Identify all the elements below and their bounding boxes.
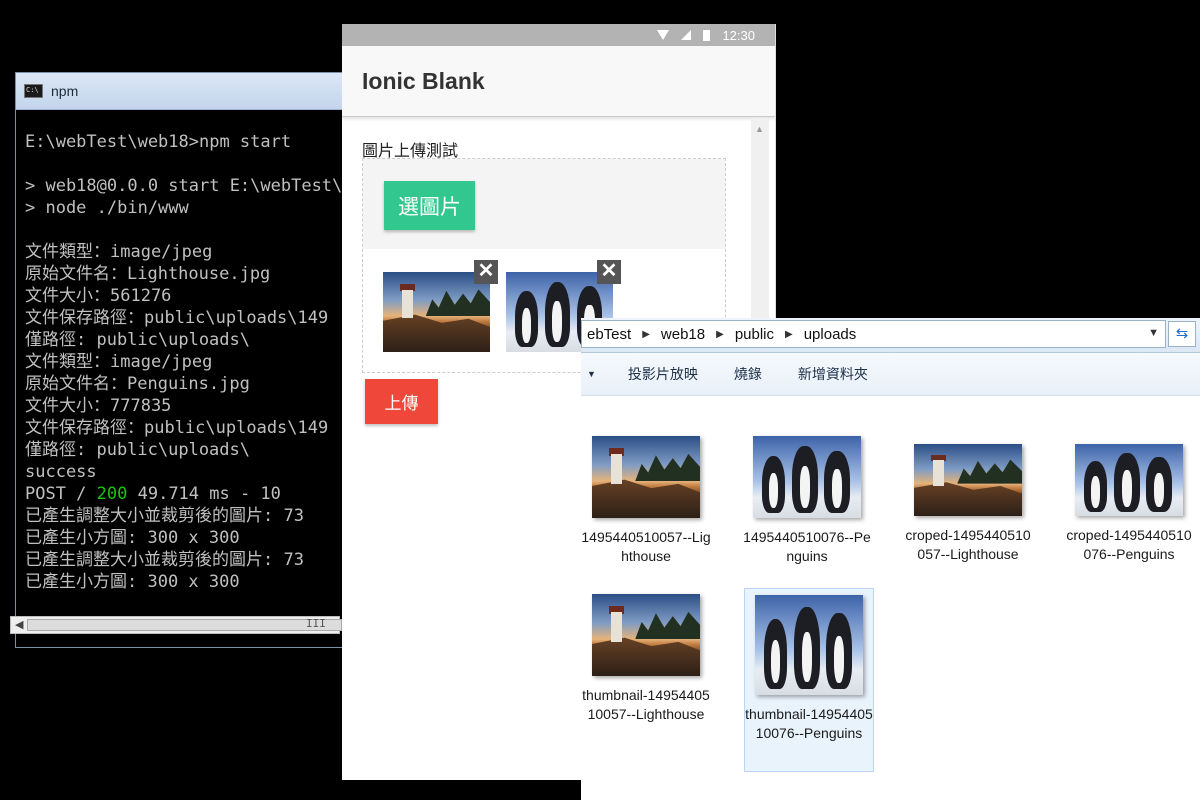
cmd-line: 已產生調整大小並裁剪後的圖片: 73 xyxy=(25,550,304,570)
slideshow-button[interactable]: 投影片放映 xyxy=(628,364,698,384)
file-explorer-window: ebTest ▶ web18 ▶ public ▶ uploads ▼ ⇆ ▼ … xyxy=(581,318,1200,800)
grip-icon: III xyxy=(306,617,326,630)
file-name: thumbnail-1495440510057--Lighthouse xyxy=(582,687,710,722)
file-thumbnail[interactable] xyxy=(914,444,1022,516)
file-thumbnail[interactable] xyxy=(592,594,700,676)
chevron-right-icon[interactable]: ▶ xyxy=(779,329,799,340)
scroll-up-icon[interactable]: ▲ xyxy=(755,124,764,134)
address-bar: ebTest ▶ web18 ▶ public ▶ uploads ▼ ⇆ xyxy=(581,318,1200,353)
post-method: POST / xyxy=(25,484,97,504)
cmd-line: > web18@0.0.0 start E:\webTest\ xyxy=(25,176,343,196)
cmd-horizontal-scrollbar[interactable]: ◀ III xyxy=(10,616,342,634)
cmd-line: 文件大小：561276 xyxy=(25,286,172,306)
signal-icon xyxy=(681,30,692,40)
file-item-selected[interactable]: thumbnail-1495440510076--Penguins xyxy=(744,588,874,772)
file-name: thumbnail-1495440510076--Penguins xyxy=(745,706,873,741)
file-name: 1495440510076--Penguins xyxy=(743,529,871,564)
wifi-icon xyxy=(657,30,670,40)
file-name: 1495440510057--Lighthouse xyxy=(581,529,711,564)
cmd-line: > node ./bin/www xyxy=(25,198,189,218)
cmd-line: 僅路徑: public\uploads\ xyxy=(25,440,250,460)
lighthouse-image xyxy=(383,272,490,352)
cmd-line: 已產生小方圖: 300 x 300 xyxy=(25,528,240,548)
cmd-icon xyxy=(24,84,43,98)
cmd-title: npm xyxy=(51,83,79,99)
file-thumbnail[interactable] xyxy=(753,436,861,518)
file-name: croped-1495440510057--Lighthouse xyxy=(905,527,1031,562)
cmd-output: E:\webTest\web18>npm start > web18@0.0.0… xyxy=(16,109,346,629)
file-thumbnail[interactable] xyxy=(755,595,863,695)
selected-image-lighthouse: ✕ xyxy=(383,260,498,352)
status-code: 200 xyxy=(96,484,128,504)
cmd-line: 已產生調整大小並裁剪後的圖片: 73 xyxy=(25,506,304,526)
battery-icon xyxy=(703,29,711,41)
post-timing: 49.714 ms - 10 xyxy=(127,484,281,504)
app-header: Ionic Blank xyxy=(342,46,775,117)
address-field[interactable]: ebTest ▶ web18 ▶ public ▶ uploads ▼ xyxy=(581,320,1166,348)
breadcrumb-item[interactable]: public xyxy=(730,326,779,343)
cmd-line: 原始文件名：Penguins.jpg xyxy=(25,374,250,394)
file-item[interactable]: 1495440510057--Lighthouse xyxy=(581,436,711,566)
breadcrumb-item[interactable]: web18 xyxy=(656,326,710,343)
chevron-right-icon[interactable]: ▶ xyxy=(636,329,656,340)
refresh-button[interactable]: ⇆ xyxy=(1168,321,1196,347)
cmd-line: E:\webTest\web18>npm start xyxy=(25,132,292,152)
cmd-line: 文件大小：777835 xyxy=(25,396,172,416)
status-time: 12:30 xyxy=(722,27,755,43)
file-thumbnail[interactable] xyxy=(592,436,700,518)
file-item[interactable]: thumbnail-1495440510057--Lighthouse xyxy=(581,594,711,724)
file-item[interactable]: 1495440510076--Penguins xyxy=(742,436,872,566)
new-folder-button[interactable]: 新增資料夾 xyxy=(798,364,868,384)
file-thumbnail[interactable] xyxy=(1075,444,1183,516)
explorer-toolbar: ▼ 投影片放映 燒錄 新增資料夾 xyxy=(581,353,1200,396)
cmd-line: 文件保存路徑：public\uploads\149 xyxy=(25,308,329,328)
cmd-line-post: POST / 200 49.714 ms - 10 xyxy=(25,483,281,505)
breadcrumb-item[interactable]: ebTest xyxy=(582,326,636,343)
chevron-right-icon[interactable]: ▶ xyxy=(710,329,730,340)
chevron-down-icon[interactable]: ▼ xyxy=(1148,327,1159,339)
upload-button[interactable]: 上傳 xyxy=(365,379,438,424)
cmd-line: 文件類型：image/jpeg xyxy=(25,242,213,262)
burn-button[interactable]: 燒錄 xyxy=(734,364,762,384)
remove-image-close-icon[interactable]: ✕ xyxy=(597,260,621,284)
select-image-button[interactable]: 選圖片 xyxy=(384,181,475,230)
cmd-window: npm E:\webTest\web18>npm start > web18@0… xyxy=(15,72,355,648)
status-bar: 12:30 xyxy=(342,24,775,46)
breadcrumb-item[interactable]: uploads xyxy=(799,326,862,343)
cmd-line: 文件保存路徑：public\uploads\149 xyxy=(25,418,329,438)
cmd-line: 文件類型：image/jpeg xyxy=(25,352,213,372)
file-item[interactable]: croped-1495440510076--Penguins xyxy=(1064,444,1194,564)
page-title: Ionic Blank xyxy=(362,67,485,94)
cmd-line: 僅路徑: public\uploads\ xyxy=(25,330,250,350)
cmd-line: 原始文件名：Lighthouse.jpg xyxy=(25,264,271,284)
file-name: croped-1495440510076--Penguins xyxy=(1066,527,1192,562)
cmd-titlebar[interactable]: npm xyxy=(16,73,354,110)
cmd-line: success xyxy=(25,462,97,482)
file-item[interactable]: croped-1495440510057--Lighthouse xyxy=(903,444,1033,564)
cmd-horizontal-thumb[interactable] xyxy=(27,619,342,631)
chevron-down-icon[interactable]: ▼ xyxy=(587,369,596,379)
remove-image-close-icon[interactable]: ✕ xyxy=(474,260,498,284)
scroll-left-icon[interactable]: ◀ xyxy=(15,618,23,631)
cmd-line: 已產生小方圖: 300 x 300 xyxy=(25,572,240,592)
